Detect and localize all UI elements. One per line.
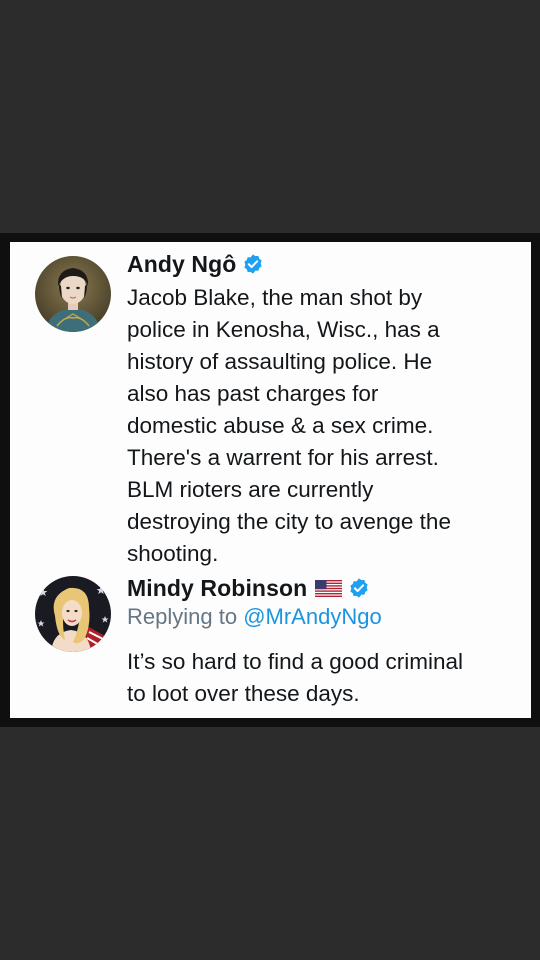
- reply-handle-link[interactable]: @MrAndyNgo: [243, 604, 382, 629]
- avatar-mindy-robinson-image: [35, 576, 111, 652]
- author-row-andy-ngo: Andy Ngô: [127, 248, 264, 280]
- tweet-text: Jacob Blake, the man shot by police in K…: [127, 285, 451, 566]
- tweet-card: Andy Ngô Jacob Blake, the man shot by po…: [10, 242, 531, 718]
- replying-to-line: Replying to @MrAndyNgo: [127, 602, 382, 632]
- replying-to-label: Replying to: [127, 604, 244, 629]
- verified-badge-icon: [350, 578, 368, 598]
- author-name[interactable]: Andy Ngô: [127, 251, 236, 278]
- author-name[interactable]: Mindy Robinson: [127, 575, 307, 602]
- verified-badge-icon: [244, 254, 263, 274]
- avatar-andy-ngo[interactable]: [35, 256, 111, 332]
- tweet-text: It’s so hard to find a good criminal to …: [127, 649, 464, 706]
- screenshot-stage: Andy Ngô Jacob Blake, the man shot by po…: [0, 0, 540, 960]
- avatar-mindy-robinson[interactable]: [35, 576, 111, 652]
- author-row-mindy-robinson: Mindy Robinson: [127, 572, 370, 604]
- avatar-andy-ngo-image: [35, 256, 111, 332]
- us-flag-icon: [315, 579, 343, 597]
